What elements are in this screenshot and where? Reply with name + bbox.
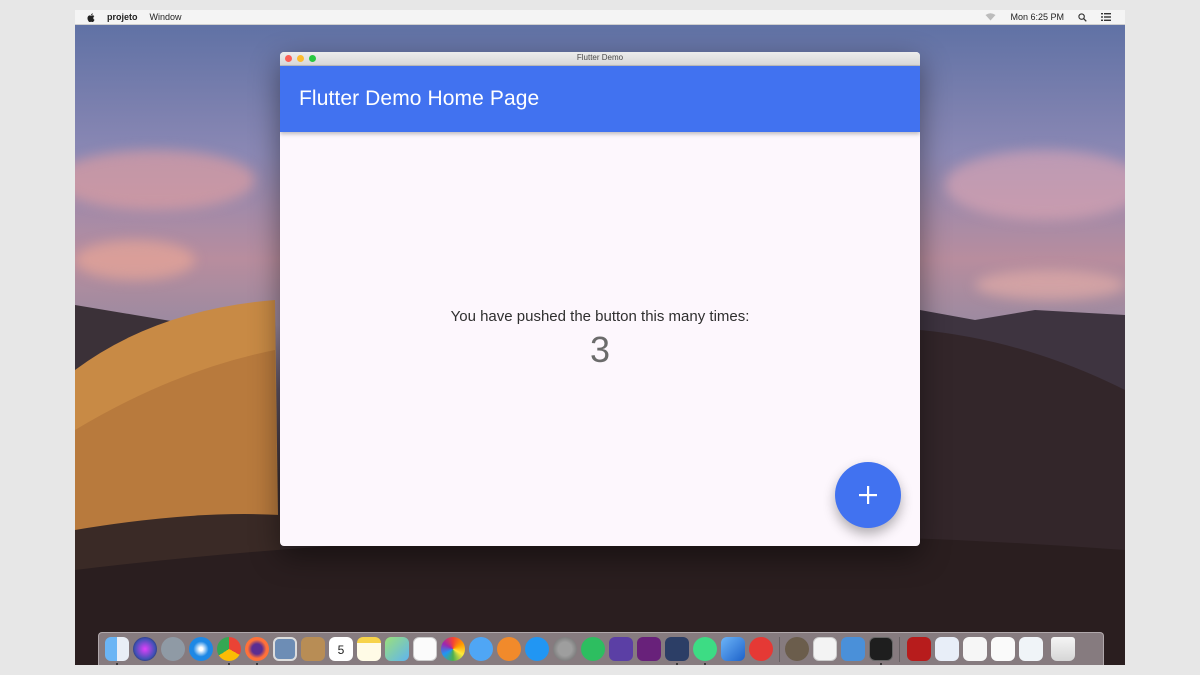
- photos-icon[interactable]: [441, 637, 465, 661]
- finder-icon[interactable]: [105, 637, 129, 661]
- plus-icon: [859, 486, 877, 504]
- app-store-icon[interactable]: [525, 637, 549, 661]
- trash-icon[interactable]: [1051, 637, 1075, 661]
- books-icon[interactable]: [497, 637, 521, 661]
- calendar-icon[interactable]: 5: [329, 637, 353, 661]
- increment-button[interactable]: [835, 462, 901, 528]
- running-indicator: [676, 663, 678, 665]
- menu-app-name[interactable]: projeto: [107, 12, 138, 22]
- menu-clock[interactable]: Mon 6:25 PM: [1010, 12, 1064, 22]
- siri-icon[interactable]: [133, 637, 157, 661]
- app-bar: Flutter Demo Home Page: [280, 66, 920, 132]
- document-thumbnail-icon[interactable]: [963, 637, 987, 661]
- vscode-icon[interactable]: [665, 637, 689, 661]
- apple-icon[interactable]: [87, 12, 95, 22]
- gimp-icon[interactable]: [785, 637, 809, 661]
- document-thumbnail-icon[interactable]: [1019, 637, 1043, 661]
- chrome-icon[interactable]: [217, 637, 241, 661]
- textedit-icon[interactable]: [813, 637, 837, 661]
- running-indicator: [228, 663, 230, 665]
- dropbox-icon[interactable]: [609, 637, 633, 661]
- dock: 5: [98, 632, 1104, 665]
- menu-window[interactable]: Window: [150, 12, 182, 22]
- window-titlebar[interactable]: Flutter Demo: [280, 52, 920, 66]
- system-preferences-icon[interactable]: [553, 637, 577, 661]
- app-bar-title: Flutter Demo Home Page: [299, 87, 540, 110]
- safari-icon[interactable]: [189, 637, 213, 661]
- reminders-icon[interactable]: [413, 637, 437, 661]
- window-title: Flutter Demo: [576, 53, 624, 62]
- jira-doc-icon[interactable]: [935, 637, 959, 661]
- acrobat-icon[interactable]: [907, 637, 931, 661]
- evernote-icon[interactable]: [581, 637, 605, 661]
- visual-studio-icon[interactable]: [637, 637, 661, 661]
- android-studio-icon[interactable]: [693, 637, 717, 661]
- spotlight-search-icon[interactable]: [1078, 12, 1087, 22]
- firefox-icon[interactable]: [245, 637, 269, 661]
- app-body: You have pushed the button this many tim…: [280, 132, 920, 546]
- maps-icon[interactable]: [385, 637, 409, 661]
- contacts-icon[interactable]: [301, 637, 325, 661]
- calendar-day: 5: [337, 643, 345, 657]
- desktop: projeto Window Mon 6:25 PM Flutter Demo …: [75, 10, 1125, 665]
- simulator-icon[interactable]: [841, 637, 865, 661]
- flutter-demo-window: Flutter Demo Flutter Demo Home Page You …: [280, 52, 920, 546]
- running-indicator: [116, 663, 118, 665]
- counter-value: 3: [589, 329, 611, 370]
- terminal-icon[interactable]: [869, 637, 893, 661]
- running-indicator: [704, 663, 706, 665]
- wifi-icon[interactable]: [985, 13, 996, 21]
- news-icon[interactable]: [749, 637, 773, 661]
- launchpad-icon[interactable]: [161, 637, 185, 661]
- notes-icon[interactable]: [357, 637, 381, 661]
- menu-bar: projeto Window Mon 6:25 PM: [75, 10, 1125, 25]
- control-list-icon[interactable]: [1101, 13, 1111, 21]
- dock-separator: [779, 637, 780, 662]
- dock-separator: [899, 637, 900, 662]
- counter-message: You have pushed the button this many tim…: [450, 308, 750, 325]
- messages-icon[interactable]: [469, 637, 493, 661]
- preview-icon[interactable]: [273, 637, 297, 661]
- xcode-icon[interactable]: [721, 637, 745, 661]
- document-thumbnail-icon[interactable]: [991, 637, 1015, 661]
- running-indicator: [880, 663, 882, 665]
- running-indicator: [256, 663, 258, 665]
